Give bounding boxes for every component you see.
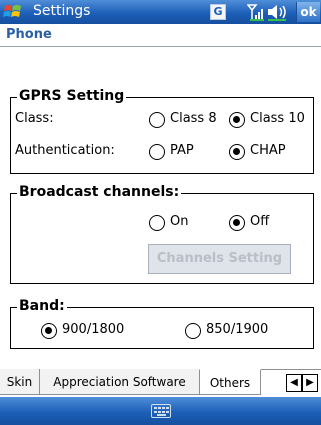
gprs-setting-group: GPRS Setting Class: Class 8 Class 10 Aut…	[10, 88, 314, 174]
gprs-icon[interactable]: G	[210, 4, 226, 20]
ok-button[interactable]: ok	[296, 2, 320, 22]
pap-label[interactable]: PAP	[170, 143, 194, 158]
broadcast-channels-title: Broadcast channels:	[17, 184, 182, 200]
broadcast-channels-group: Broadcast channels: On Off Channels Sett…	[10, 184, 314, 284]
class-8-radio[interactable]	[149, 112, 165, 128]
band-group: Band: 900/1800 850/1900	[10, 298, 314, 349]
chap-label[interactable]: CHAP	[250, 143, 286, 158]
class-8-label[interactable]: Class 8	[170, 111, 217, 126]
pap-radio[interactable]	[149, 144, 165, 160]
chap-radio[interactable]	[229, 144, 245, 160]
windows-start-icon[interactable]	[3, 2, 23, 22]
page-header: Phone	[0, 24, 321, 47]
keyboard-icon[interactable]	[151, 404, 171, 418]
tab-others[interactable]: Others	[199, 369, 261, 395]
broadcast-off-label[interactable]: Off	[250, 214, 269, 229]
broadcast-on-label[interactable]: On	[170, 214, 188, 229]
band-850-1900-radio[interactable]	[185, 323, 201, 339]
broadcast-off-radio[interactable]	[229, 215, 245, 231]
band-850-1900-label[interactable]: 850/1900	[206, 322, 268, 337]
tab-strip: Skin Appreciation Software Others ◀ ▶	[0, 369, 321, 397]
class-10-label[interactable]: Class 10	[250, 111, 305, 126]
tab-appreciation-software[interactable]: Appreciation Software	[39, 369, 200, 395]
tab-skin[interactable]: Skin	[0, 369, 40, 395]
band-title: Band:	[17, 298, 67, 314]
window-title: Settings	[33, 3, 91, 19]
page-title: Phone	[6, 27, 52, 42]
band-900-1800-label[interactable]: 900/1800	[62, 322, 124, 337]
authentication-label: Authentication:	[15, 143, 115, 158]
gprs-setting-title: GPRS Setting	[17, 88, 127, 104]
signal-icon[interactable]	[247, 3, 265, 21]
band-900-1800-radio[interactable]	[41, 323, 57, 339]
volume-icon[interactable]	[266, 3, 288, 21]
class-label: Class:	[15, 111, 54, 126]
title-bar: Settings G ok	[0, 0, 321, 24]
tab-scroll-left-icon[interactable]: ◀	[286, 374, 302, 392]
tab-scroll-right-icon[interactable]: ▶	[302, 374, 318, 392]
broadcast-on-radio[interactable]	[149, 215, 165, 231]
menu-bar	[0, 397, 321, 425]
class-10-radio[interactable]	[229, 112, 245, 128]
channels-setting-button[interactable]: Channels Setting	[148, 244, 291, 274]
